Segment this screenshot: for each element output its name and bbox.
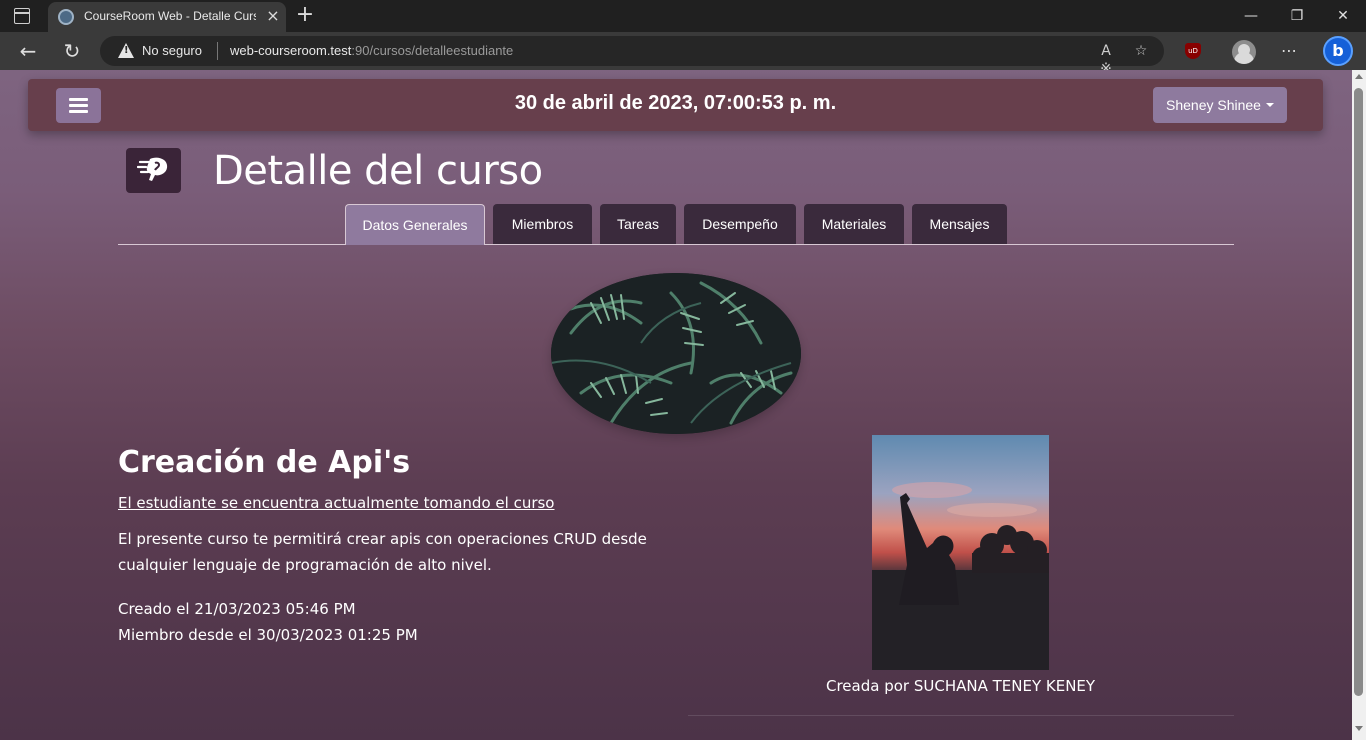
url-path: :90/cursos/detalleestudiante	[351, 43, 514, 58]
browser-toolbar: ← ↻ No seguro web-courseroom.test:90/cur…	[0, 32, 1366, 77]
scroll-down-arrow-icon[interactable]	[1355, 726, 1363, 731]
course-description: El presente curso te permitirá crear api…	[118, 530, 647, 574]
tab-tareas[interactable]: Tareas	[600, 204, 676, 244]
tab-materiales[interactable]: Materiales	[804, 204, 904, 244]
course-banner-image	[551, 273, 801, 434]
new-tab-icon[interactable]: +	[294, 3, 316, 27]
created-date: Creado el 21/03/2023 05:46 PM	[118, 600, 356, 618]
site-favicon-icon	[58, 9, 74, 25]
add-favorite-icon[interactable]: ☆	[1131, 42, 1151, 60]
tab-desempeno[interactable]: Desempeño	[684, 204, 796, 244]
address-bar[interactable]: No seguro web-courseroom.test:90/cursos/…	[100, 36, 1164, 77]
caret-down-icon	[1266, 103, 1274, 107]
profile-avatar-icon[interactable]	[1232, 40, 1256, 64]
user-name: Sheney Shinee	[1166, 97, 1261, 113]
minimize-icon[interactable]: —	[1228, 4, 1274, 28]
author-caption: Creada por SUCHANA TENEY KENEY	[826, 677, 1096, 695]
member-since-date: Miembro desde el 30/03/2023 01:25 PM	[118, 626, 418, 644]
course-name: Creación de Api's	[118, 445, 411, 480]
tab-mensajes[interactable]: Mensajes	[912, 204, 1007, 244]
url-text[interactable]: web-courseroom.test:90/cursos/detalleest…	[230, 43, 513, 58]
fist-icon	[137, 157, 168, 181]
author-photo	[872, 435, 1049, 670]
reload-icon[interactable]: ↻	[59, 38, 85, 64]
close-window-icon[interactable]: ✕	[1320, 4, 1366, 28]
page-title: Detalle del curso	[213, 148, 543, 194]
tab-datos-generales[interactable]: Datos Generales	[345, 204, 485, 245]
page-content: 30 de abril de 2023, 07:00:53 p. m. Shen…	[0, 70, 1352, 740]
warning-icon	[118, 43, 134, 58]
more-options-icon[interactable]: ⋯	[1276, 38, 1302, 64]
enrollment-status-link[interactable]: El estudiante se encuentra actualmente t…	[118, 494, 554, 512]
course-icon	[126, 148, 181, 193]
tab-title: CourseRoom Web - Detalle Curso	[84, 9, 256, 23]
top-navbar: 30 de abril de 2023, 07:00:53 p. m. Shen…	[28, 79, 1323, 131]
ublock-extension-icon[interactable]: uD	[1185, 43, 1201, 59]
back-arrow-icon[interactable]: ←	[15, 38, 41, 64]
browser-tab-strip: CourseRoom Web - Detalle Curso × + — ❐ ✕	[0, 0, 1366, 32]
tab-miembros[interactable]: Miembros	[493, 204, 592, 244]
close-tab-icon[interactable]: ×	[264, 6, 282, 26]
restore-icon[interactable]: ❐	[1274, 4, 1320, 28]
scroll-thumb[interactable]	[1354, 88, 1363, 696]
user-dropdown-button[interactable]: Sheney Shinee	[1153, 87, 1287, 123]
security-status[interactable]: No seguro	[142, 43, 202, 58]
read-aloud-icon[interactable]: A​※	[1096, 42, 1116, 77]
page-scrollbar[interactable]	[1352, 70, 1366, 740]
url-host: web-courseroom.test	[230, 43, 352, 58]
browser-tab[interactable]: CourseRoom Web - Detalle Curso ×	[48, 2, 286, 32]
address-divider	[217, 42, 218, 60]
course-tabs: Datos Generales Miembros Tareas Desempeñ…	[118, 204, 1234, 245]
section-divider	[688, 715, 1234, 716]
bing-copilot-icon[interactable]: b	[1323, 36, 1353, 66]
scroll-up-arrow-icon[interactable]	[1355, 74, 1363, 79]
current-datetime: 30 de abril de 2023, 07:00:53 p. m.	[514, 92, 837, 114]
tab-actions-icon[interactable]	[14, 8, 30, 24]
